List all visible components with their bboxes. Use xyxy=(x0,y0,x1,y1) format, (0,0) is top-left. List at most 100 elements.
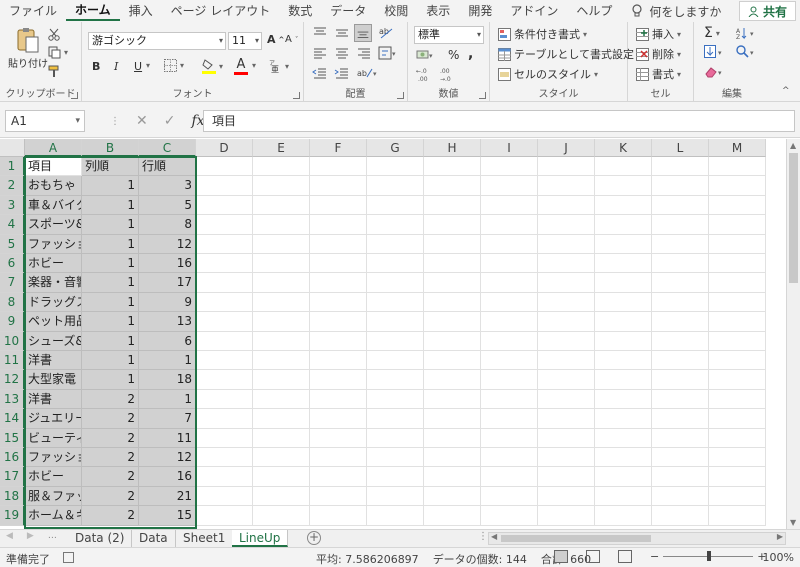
cell-d18[interactable] xyxy=(196,486,253,507)
grow-font-button[interactable]: A ^ xyxy=(267,33,284,46)
cell-i8[interactable] xyxy=(481,292,538,313)
cell-m2[interactable] xyxy=(709,176,766,196)
cell-k6[interactable] xyxy=(595,254,652,274)
enter-icon[interactable]: ✓ xyxy=(164,113,176,129)
cell-h19[interactable] xyxy=(424,506,481,526)
tell-me-search[interactable]: 何をしますか xyxy=(631,3,721,20)
column-header-d[interactable]: D xyxy=(196,139,253,157)
cell-d14[interactable] xyxy=(196,409,253,429)
select-all-corner[interactable] xyxy=(0,139,25,157)
cell-d7[interactable] xyxy=(196,273,253,293)
cell-m6[interactable] xyxy=(709,254,766,274)
underline-dropdown-icon[interactable]: ▾ xyxy=(146,61,150,70)
phonetic-button[interactable]: ア亜 ▾ xyxy=(268,59,289,73)
cell-c1[interactable]: 行順 xyxy=(139,157,196,177)
cell-j9[interactable] xyxy=(538,312,595,332)
cell-d13[interactable] xyxy=(196,389,253,410)
cell-i9[interactable] xyxy=(481,312,538,332)
border-button[interactable]: ▾ xyxy=(164,59,184,72)
cell-m16[interactable] xyxy=(709,448,766,468)
cell-j10[interactable] xyxy=(538,331,595,351)
cell-a14[interactable]: ジュエリー xyxy=(25,409,82,429)
cell-i18[interactable] xyxy=(481,486,538,507)
cell-b6[interactable]: 1 xyxy=(82,254,139,274)
cell-k9[interactable] xyxy=(595,312,652,332)
cell-m9[interactable] xyxy=(709,312,766,332)
conditional-formatting-button[interactable]: 条件付き書式 ▾ xyxy=(498,26,587,42)
column-header-f[interactable]: F xyxy=(310,139,367,157)
cell-e9[interactable] xyxy=(253,312,310,332)
font-color-button[interactable]: A xyxy=(234,57,248,75)
row-header[interactable]: 8 xyxy=(0,292,25,313)
cell-g2[interactable] xyxy=(367,176,424,196)
cell-c11[interactable]: 1 xyxy=(139,351,196,371)
cell-f8[interactable] xyxy=(310,292,367,313)
cut-button[interactable] xyxy=(48,28,61,41)
cell-g1[interactable] xyxy=(367,157,424,177)
cell-j14[interactable] xyxy=(538,409,595,429)
collapse-ribbon-icon[interactable]: ^ xyxy=(782,86,790,96)
cell-l7[interactable] xyxy=(652,273,709,293)
zoom-out-icon[interactable]: − xyxy=(650,550,659,563)
cell-j2[interactable] xyxy=(538,176,595,196)
cell-f12[interactable] xyxy=(310,370,367,390)
row-header[interactable]: 19 xyxy=(0,506,25,526)
menu-help[interactable]: ヘルプ xyxy=(567,0,621,22)
cell-a17[interactable]: ホビー xyxy=(25,467,82,487)
clipboard-launcher-icon[interactable] xyxy=(71,92,78,99)
cell-g18[interactable] xyxy=(367,486,424,507)
percent-button[interactable]: % xyxy=(448,48,459,62)
row-header[interactable]: 6 xyxy=(0,254,25,274)
cell-m4[interactable] xyxy=(709,215,766,235)
orientation-icon[interactable]: ab xyxy=(378,25,396,41)
column-header-b[interactable]: B xyxy=(82,139,139,157)
cell-g14[interactable] xyxy=(367,409,424,429)
cell-e16[interactable] xyxy=(253,448,310,468)
fill-down-icon[interactable]: ▾ xyxy=(704,45,726,59)
cell-l18[interactable] xyxy=(652,486,709,507)
cell-h6[interactable] xyxy=(424,254,481,274)
cell-j13[interactable] xyxy=(538,389,595,410)
cell-f7[interactable] xyxy=(310,273,367,293)
cell-j8[interactable] xyxy=(538,292,595,313)
cell-f13[interactable] xyxy=(310,389,367,410)
cell-i14[interactable] xyxy=(481,409,538,429)
cell-j4[interactable] xyxy=(538,215,595,235)
cell-j5[interactable] xyxy=(538,234,595,254)
page-layout-view-icon[interactable] xyxy=(586,550,600,563)
cell-c7[interactable]: 17 xyxy=(139,273,196,293)
copy-button[interactable]: ▾ xyxy=(48,46,68,59)
normal-view-icon[interactable] xyxy=(554,550,568,563)
cell-e1[interactable] xyxy=(253,157,310,177)
scroll-right-icon[interactable]: ▶ xyxy=(777,532,783,541)
cell-d9[interactable] xyxy=(196,312,253,332)
format-painter-button[interactable] xyxy=(48,65,61,78)
cell-l2[interactable] xyxy=(652,176,709,196)
cell-h11[interactable] xyxy=(424,351,481,371)
menu-home[interactable]: ホーム xyxy=(66,1,120,21)
cell-i5[interactable] xyxy=(481,234,538,254)
cell-e18[interactable] xyxy=(253,486,310,507)
cell-e4[interactable] xyxy=(253,215,310,235)
cell-h18[interactable] xyxy=(424,486,481,507)
number-format-select[interactable]: 標準 ▾ xyxy=(414,26,484,44)
zoom-slider[interactable] xyxy=(663,551,754,561)
cell-k7[interactable] xyxy=(595,273,652,293)
cell-a8[interactable]: ドラッグス xyxy=(25,292,82,313)
cell-b7[interactable]: 1 xyxy=(82,273,139,293)
cell-l3[interactable] xyxy=(652,195,709,216)
spreadsheet-grid[interactable]: A B C D E F G H I J K L M 1 項目 列順 行順 2 おもちゃ 1 3 3 車＆バイク 1 5 4 スポーツ… xyxy=(0,139,786,529)
cell-c13[interactable]: 1 xyxy=(139,389,196,410)
cell-f15[interactable] xyxy=(310,428,367,448)
cell-f4[interactable] xyxy=(310,215,367,235)
font-name-select[interactable]: 游ゴシック ▾ xyxy=(88,32,226,50)
cell-i15[interactable] xyxy=(481,428,538,448)
cell-e17[interactable] xyxy=(253,467,310,487)
cell-b13[interactable]: 2 xyxy=(82,389,139,410)
cell-h12[interactable] xyxy=(424,370,481,390)
cell-l10[interactable] xyxy=(652,331,709,351)
cell-b12[interactable]: 1 xyxy=(82,370,139,390)
cell-m18[interactable] xyxy=(709,486,766,507)
sheet-tab-data-2[interactable]: Data (2) xyxy=(68,530,133,547)
comma-button[interactable]: , xyxy=(468,46,473,62)
